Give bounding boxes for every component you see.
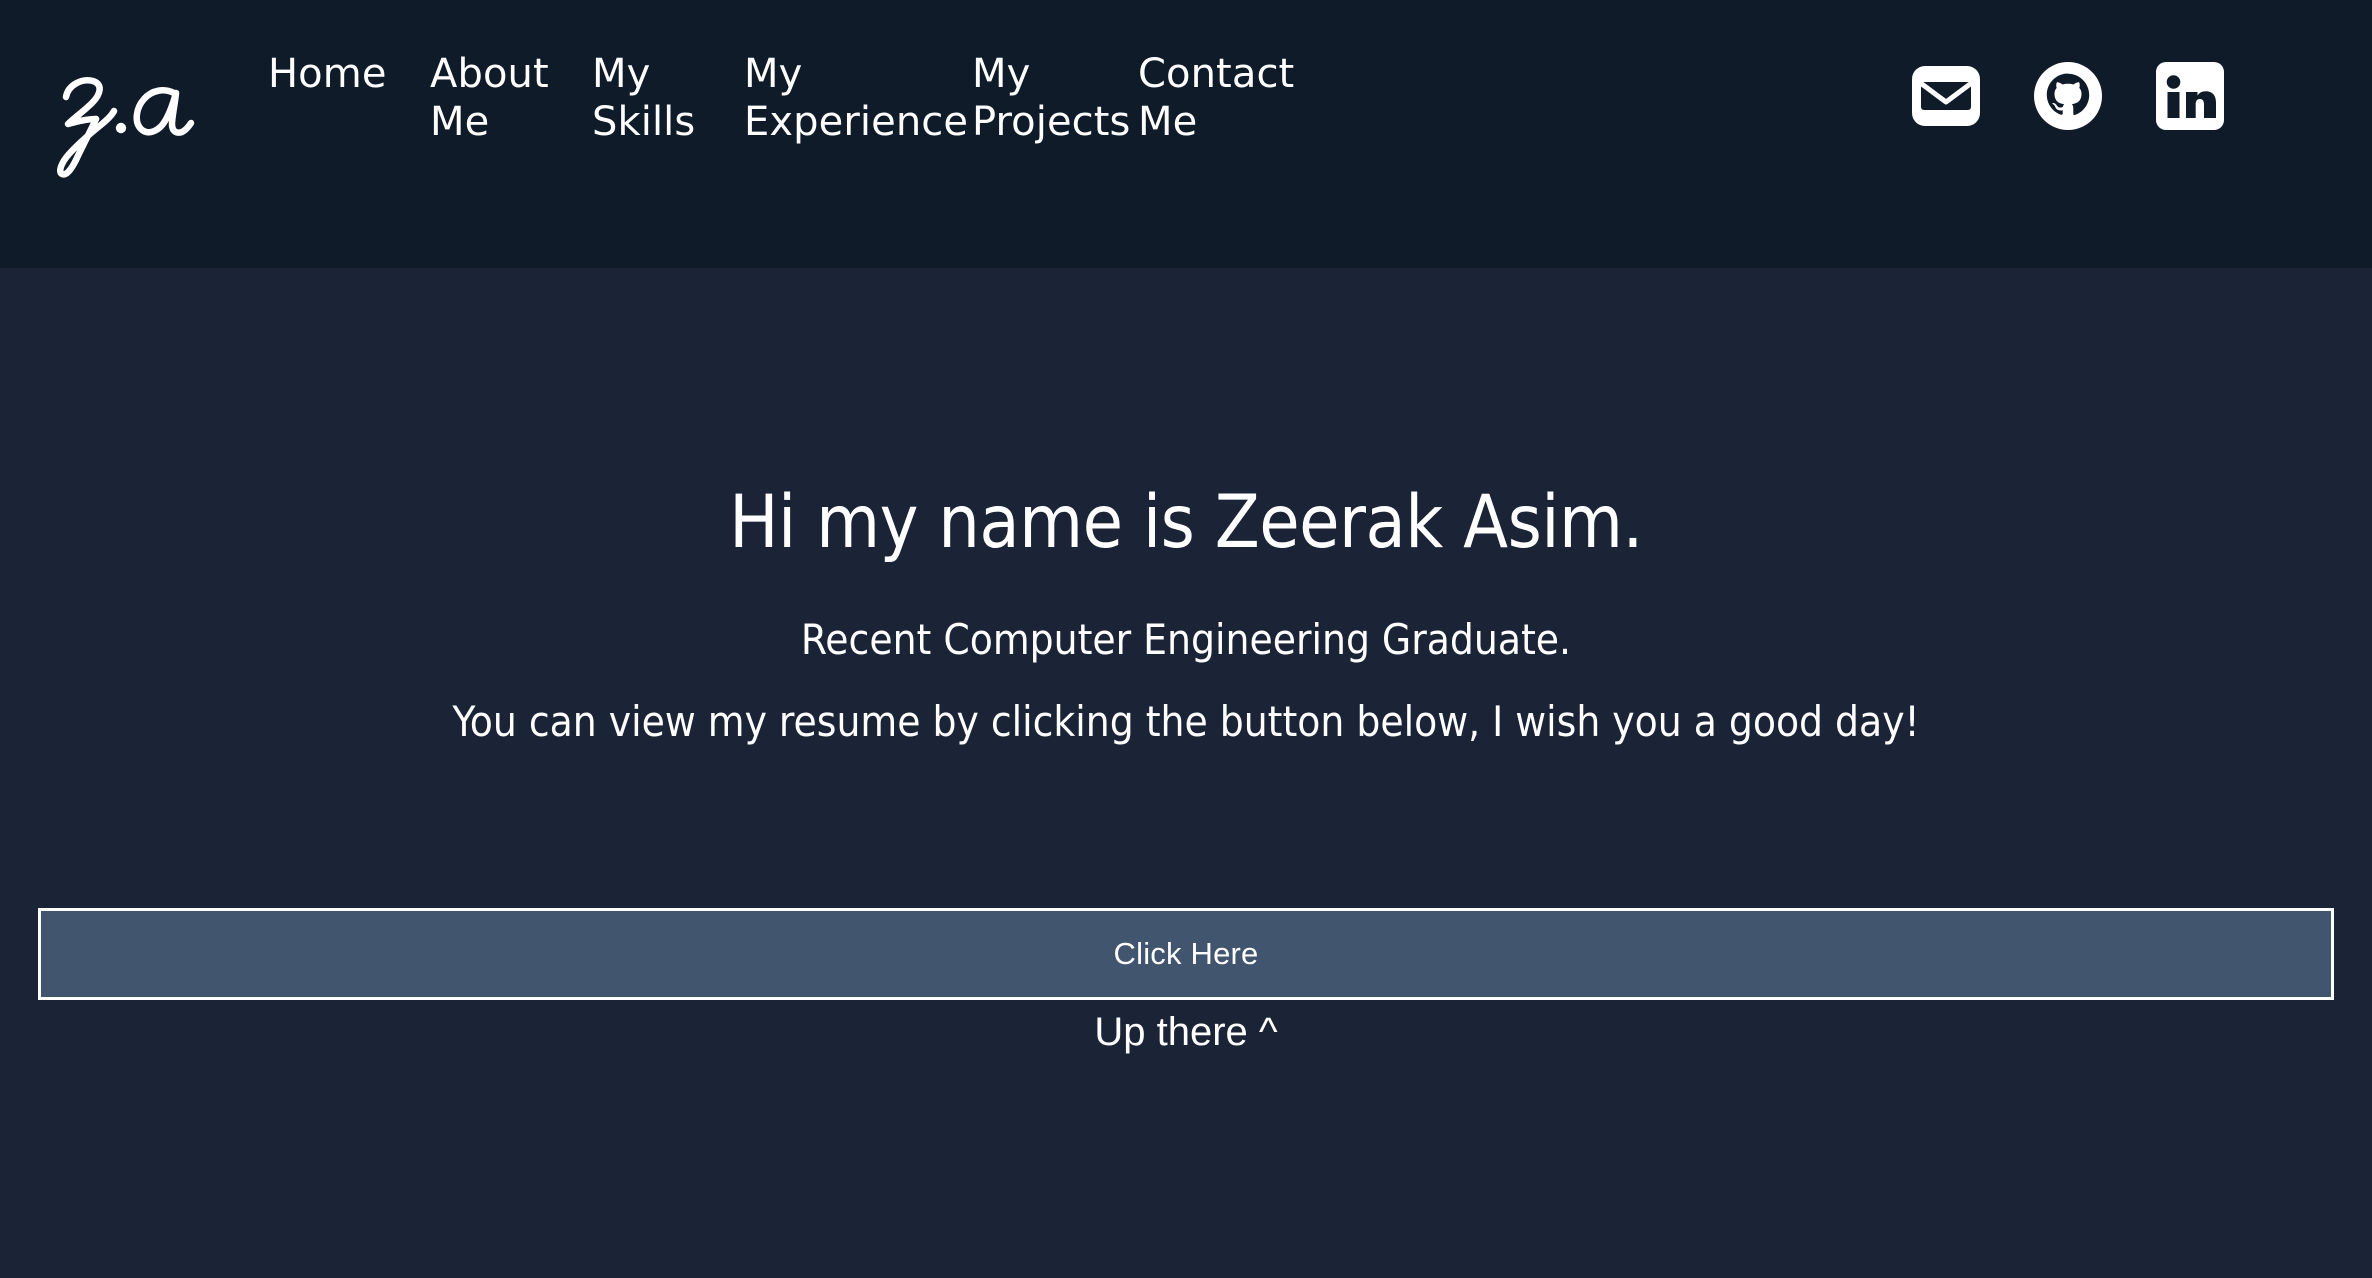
github-icon bbox=[2034, 62, 2102, 130]
github-link[interactable] bbox=[2032, 60, 2104, 132]
cta-container: Click Here bbox=[38, 908, 2334, 1000]
logo-signature[interactable] bbox=[46, 52, 196, 182]
social-links bbox=[1910, 60, 2226, 132]
nav-link-my-experience[interactable]: My Experience bbox=[744, 50, 972, 146]
nav-item-about-me[interactable]: About Me bbox=[430, 50, 592, 146]
nav-item-my-projects[interactable]: My Projects bbox=[972, 50, 1138, 146]
nav-link-my-projects[interactable]: My Projects bbox=[972, 50, 1138, 146]
logo-signature-icon bbox=[57, 77, 195, 178]
nav-link-my-skills[interactable]: My Skills bbox=[592, 50, 744, 146]
nav-item-my-experience[interactable]: My Experience bbox=[744, 50, 972, 146]
linkedin-icon bbox=[2156, 62, 2224, 130]
nav-link-contact-me[interactable]: Contact Me bbox=[1138, 50, 1338, 146]
email-link[interactable] bbox=[1910, 60, 1982, 132]
hero-title: Hi my name is Zeerak Asim. bbox=[729, 480, 1643, 565]
back-to-top-label[interactable]: Up there ^ bbox=[0, 1008, 2372, 1056]
main-navigation: Home About Me My Skills My Experience My… bbox=[268, 50, 1338, 146]
nav-link-about-me[interactable]: About Me bbox=[430, 50, 592, 146]
nav-item-contact-me[interactable]: Contact Me bbox=[1138, 50, 1338, 146]
hero-subtitle: Recent Computer Engineering Graduate. bbox=[800, 615, 1572, 664]
resume-click-here-button[interactable]: Click Here bbox=[38, 908, 2334, 1000]
email-icon bbox=[1912, 66, 1980, 126]
nav-item-my-skills[interactable]: My Skills bbox=[592, 50, 744, 146]
linkedin-link[interactable] bbox=[2154, 60, 2226, 132]
hero-section: Hi my name is Zeerak Asim. Recent Comput… bbox=[0, 268, 2372, 1278]
nav-link-home[interactable]: Home bbox=[268, 50, 430, 98]
hero-description: You can view my resume by clicking the b… bbox=[452, 697, 1920, 747]
site-header: Home About Me My Skills My Experience My… bbox=[0, 0, 2372, 268]
nav-item-home[interactable]: Home bbox=[268, 50, 430, 98]
